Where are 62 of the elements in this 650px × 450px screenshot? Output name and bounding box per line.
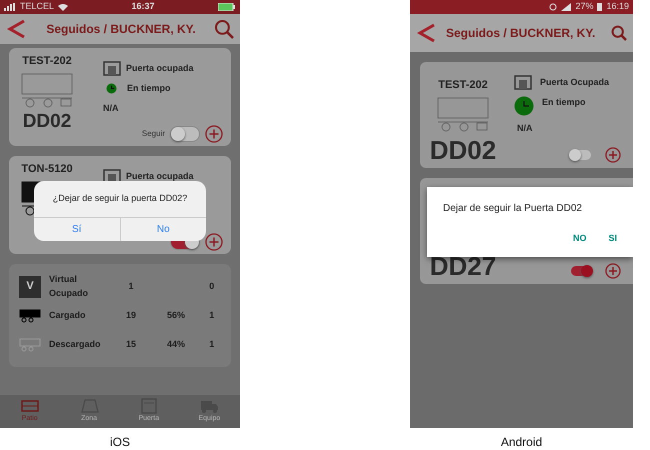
- plus-icon[interactable]: [205, 125, 223, 143]
- summary-label: Descargado: [49, 338, 102, 351]
- summary-share: 56%: [166, 308, 186, 322]
- dialog-message: Dejar de seguir la Puerta DD02: [443, 202, 583, 216]
- trailer-id: TEST-202: [438, 78, 488, 92]
- door-icon: [514, 75, 532, 90]
- signal-icon: [561, 3, 572, 11]
- trailer-id: TEST-202: [22, 54, 72, 69]
- summary-label: Cargado: [49, 308, 87, 322]
- letter-icon: V: [19, 276, 41, 298]
- clock-time: 16:19: [606, 0, 629, 14]
- dialog-button[interactable]: No: [120, 218, 206, 240]
- wifi-icon: [58, 3, 68, 11]
- door-icon: [103, 61, 121, 76]
- search-icon[interactable]: [611, 25, 627, 41]
- screen-title: Seguidos / BUCKNER, KY.: [446, 25, 596, 42]
- clock-icon: [514, 96, 534, 116]
- plus-icon[interactable]: [605, 263, 621, 279]
- dialog-button[interactable]: Sí: [34, 218, 120, 240]
- summary-total: 1: [208, 338, 216, 351]
- follow-toggle[interactable]: [571, 266, 591, 276]
- carrier-name: TELCEL: [20, 0, 54, 14]
- door-code: DD27: [430, 253, 496, 279]
- platform-caption: Android: [500, 434, 542, 450]
- battery-icon: [218, 3, 236, 11]
- door-code: DD02: [22, 112, 72, 130]
- trailer-id: TON-5120: [21, 162, 73, 177]
- summary-label: Virtual Ocupado: [49, 273, 90, 300]
- dialog-button[interactable]: SI: [608, 232, 617, 246]
- follow-toggle[interactable]: [170, 126, 200, 142]
- trailer-icon: [21, 72, 73, 108]
- summary-count: 1: [127, 280, 134, 293]
- search-icon[interactable]: [214, 19, 234, 39]
- follow-toggle[interactable]: [571, 150, 591, 160]
- battery-icon: [597, 3, 602, 11]
- dialog-message: ¿Dejar de seguir la puerta DD02?: [34, 181, 206, 218]
- platform-caption: iOS: [110, 434, 130, 450]
- plus-icon[interactable]: [605, 147, 621, 163]
- trailer-icon: [19, 308, 41, 322]
- summary-count: 15: [124, 338, 137, 351]
- timing-status: En tiempo: [542, 96, 586, 109]
- summary-total: 0: [208, 280, 216, 293]
- eta-value: N/A: [103, 102, 120, 114]
- door-code: DD02: [430, 137, 496, 163]
- trailer-icon: [437, 97, 489, 133]
- screen-title: Seguidos / BUCKNER, KY.: [45, 21, 197, 38]
- door-status: Puerta ocupada: [126, 170, 194, 183]
- follow-label: Seguir: [142, 128, 165, 140]
- dialog-button[interactable]: NO: [572, 232, 586, 246]
- signal-icon: [4, 3, 16, 11]
- summary-total: 1: [208, 308, 216, 322]
- trailer-icon: [19, 338, 41, 352]
- door-status: Puerta Ocupada: [540, 76, 610, 89]
- plus-icon[interactable]: [205, 233, 223, 251]
- summary-share: 44%: [166, 338, 186, 351]
- door-status: Puerta ocupada: [126, 62, 194, 75]
- clock-icon: [106, 83, 117, 94]
- battery-level: 27%: [575, 0, 594, 14]
- eta-value: N/A: [516, 122, 534, 135]
- summary-count: 19: [124, 308, 137, 322]
- timing-status: En tiempo: [127, 82, 171, 95]
- clock-time: 16:37: [131, 0, 155, 14]
